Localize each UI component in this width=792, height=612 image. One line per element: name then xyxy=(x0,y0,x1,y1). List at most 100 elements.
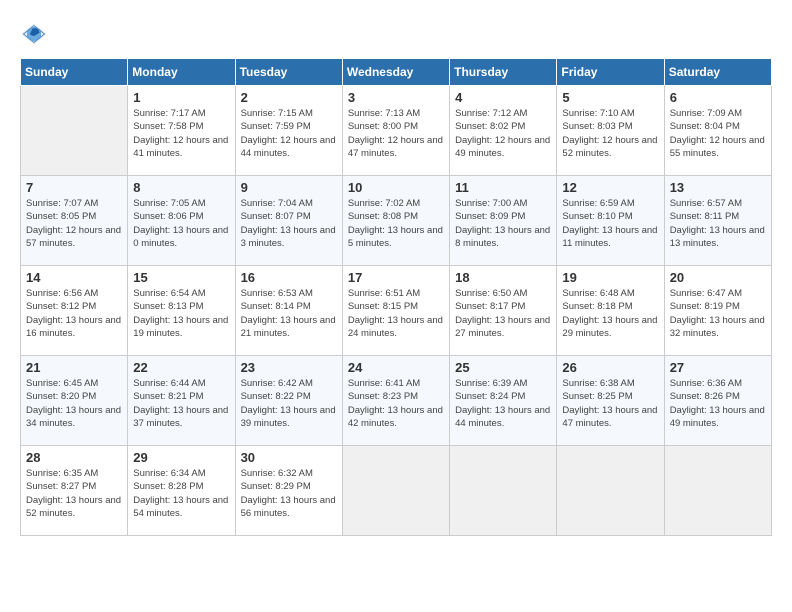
day-number: 24 xyxy=(348,360,444,375)
day-info: Sunrise: 7:15 AMSunset: 7:59 PMDaylight:… xyxy=(241,107,337,160)
calendar-cell xyxy=(450,446,557,536)
calendar-cell xyxy=(21,86,128,176)
day-number: 6 xyxy=(670,90,766,105)
day-info: Sunrise: 6:39 AMSunset: 8:24 PMDaylight:… xyxy=(455,377,551,430)
day-info: Sunrise: 7:04 AMSunset: 8:07 PMDaylight:… xyxy=(241,197,337,250)
day-number: 10 xyxy=(348,180,444,195)
header-row: SundayMondayTuesdayWednesdayThursdayFrid… xyxy=(21,59,772,86)
day-number: 19 xyxy=(562,270,658,285)
calendar-cell: 8Sunrise: 7:05 AMSunset: 8:06 PMDaylight… xyxy=(128,176,235,266)
day-info: Sunrise: 6:59 AMSunset: 8:10 PMDaylight:… xyxy=(562,197,658,250)
day-info: Sunrise: 6:45 AMSunset: 8:20 PMDaylight:… xyxy=(26,377,122,430)
calendar-cell: 16 Sunrise: 6:53 AMSunset: 8:14 PMDayligh… xyxy=(235,266,342,356)
day-info: Sunrise: 7:07 AMSunset: 8:05 PMDaylight:… xyxy=(26,197,122,250)
logo-icon xyxy=(20,20,48,48)
day-number: 13 xyxy=(670,180,766,195)
calendar-cell: 7 Sunrise: 7:07 AMSunset: 8:05 PMDaylight… xyxy=(21,176,128,266)
calendar-cell: 5 Sunrise: 7:10 AMSunset: 8:03 PMDaylight… xyxy=(557,86,664,176)
day-info: Sunrise: 6:57 AMSunset: 8:11 PMDaylight:… xyxy=(670,197,766,250)
calendar-cell: 18 Sunrise: 6:50 AMSunset: 8:17 PMDayligh… xyxy=(450,266,557,356)
day-number: 23 xyxy=(241,360,337,375)
header-cell-thursday: Thursday xyxy=(450,59,557,86)
week-row-1: 1Sunrise: 7:17 AMSunset: 7:58 PMDaylight… xyxy=(21,86,772,176)
day-info: Sunrise: 6:36 AMSunset: 8:26 PMDaylight:… xyxy=(670,377,766,430)
calendar-cell: 19Sunrise: 6:48 AMSunset: 8:18 PMDayligh… xyxy=(557,266,664,356)
calendar-cell: 28 Sunrise: 6:35 AMSunset: 8:27 PMDayligh… xyxy=(21,446,128,536)
header-cell-sunday: Sunday xyxy=(21,59,128,86)
day-info: Sunrise: 7:12 AMSunset: 8:02 PMDaylight:… xyxy=(455,107,551,160)
day-number: 26 xyxy=(562,360,658,375)
calendar-cell: 22Sunrise: 6:44 AMSunset: 8:21 PMDayligh… xyxy=(128,356,235,446)
day-info: Sunrise: 6:47 AMSunset: 8:19 PMDaylight:… xyxy=(670,287,766,340)
day-number: 11 xyxy=(455,180,551,195)
day-info: Sunrise: 7:09 AMSunset: 8:04 PMDaylight:… xyxy=(670,107,766,160)
day-info: Sunrise: 6:44 AMSunset: 8:21 PMDaylight:… xyxy=(133,377,229,430)
header-cell-monday: Monday xyxy=(128,59,235,86)
day-number: 9 xyxy=(241,180,337,195)
calendar-cell: 27 Sunrise: 6:36 AMSunset: 8:26 PMDayligh… xyxy=(664,356,771,446)
day-number: 2 xyxy=(241,90,337,105)
day-info: Sunrise: 6:35 AMSunset: 8:27 PMDaylight:… xyxy=(26,467,122,520)
week-row-4: 21Sunrise: 6:45 AMSunset: 8:20 PMDayligh… xyxy=(21,356,772,446)
day-info: Sunrise: 6:56 AMSunset: 8:12 PMDaylight:… xyxy=(26,287,122,340)
calendar-cell: 21Sunrise: 6:45 AMSunset: 8:20 PMDayligh… xyxy=(21,356,128,446)
day-number: 7 xyxy=(26,180,122,195)
calendar-cell: 26 Sunrise: 6:38 AMSunset: 8:25 PMDayligh… xyxy=(557,356,664,446)
day-number: 8 xyxy=(133,180,229,195)
day-number: 28 xyxy=(26,450,122,465)
calendar-cell: 12 Sunrise: 6:59 AMSunset: 8:10 PMDayligh… xyxy=(557,176,664,266)
day-number: 4 xyxy=(455,90,551,105)
calendar-cell: 17 Sunrise: 6:51 AMSunset: 8:15 PMDayligh… xyxy=(342,266,449,356)
header-cell-saturday: Saturday xyxy=(664,59,771,86)
day-info: Sunrise: 7:10 AMSunset: 8:03 PMDaylight:… xyxy=(562,107,658,160)
calendar-cell: 14 Sunrise: 6:56 AMSunset: 8:12 PMDayligh… xyxy=(21,266,128,356)
day-info: Sunrise: 6:51 AMSunset: 8:15 PMDaylight:… xyxy=(348,287,444,340)
day-number: 3 xyxy=(348,90,444,105)
day-number: 15 xyxy=(133,270,229,285)
calendar-cell: 20 Sunrise: 6:47 AMSunset: 8:19 PMDayligh… xyxy=(664,266,771,356)
header-cell-friday: Friday xyxy=(557,59,664,86)
day-info: Sunrise: 6:42 AMSunset: 8:22 PMDaylight:… xyxy=(241,377,337,430)
calendar-cell: 29Sunrise: 6:34 AMSunset: 8:28 PMDayligh… xyxy=(128,446,235,536)
day-number: 27 xyxy=(670,360,766,375)
day-info: Sunrise: 6:32 AMSunset: 8:29 PMDaylight:… xyxy=(241,467,337,520)
day-info: Sunrise: 6:54 AMSunset: 8:13 PMDaylight:… xyxy=(133,287,229,340)
day-number: 29 xyxy=(133,450,229,465)
day-number: 12 xyxy=(562,180,658,195)
day-number: 30 xyxy=(241,450,337,465)
calendar-cell: 11Sunrise: 7:00 AMSunset: 8:09 PMDayligh… xyxy=(450,176,557,266)
calendar-cell: 23 Sunrise: 6:42 AMSunset: 8:22 PMDayligh… xyxy=(235,356,342,446)
calendar-cell: 9 Sunrise: 7:04 AMSunset: 8:07 PMDaylight… xyxy=(235,176,342,266)
day-info: Sunrise: 7:13 AMSunset: 8:00 PMDaylight:… xyxy=(348,107,444,160)
calendar-cell: 13 Sunrise: 6:57 AMSunset: 8:11 PMDayligh… xyxy=(664,176,771,266)
day-number: 17 xyxy=(348,270,444,285)
calendar-cell: 6 Sunrise: 7:09 AMSunset: 8:04 PMDaylight… xyxy=(664,86,771,176)
day-number: 16 xyxy=(241,270,337,285)
header-cell-wednesday: Wednesday xyxy=(342,59,449,86)
calendar-table: SundayMondayTuesdayWednesdayThursdayFrid… xyxy=(20,58,772,536)
calendar-cell: 3 Sunrise: 7:13 AMSunset: 8:00 PMDaylight… xyxy=(342,86,449,176)
day-number: 14 xyxy=(26,270,122,285)
calendar-cell xyxy=(342,446,449,536)
calendar-cell: 2 Sunrise: 7:15 AMSunset: 7:59 PMDaylight… xyxy=(235,86,342,176)
day-info: Sunrise: 6:50 AMSunset: 8:17 PMDaylight:… xyxy=(455,287,551,340)
day-number: 25 xyxy=(455,360,551,375)
calendar-cell: 1Sunrise: 7:17 AMSunset: 7:58 PMDaylight… xyxy=(128,86,235,176)
day-number: 1 xyxy=(133,90,229,105)
calendar-cell: 15 Sunrise: 6:54 AMSunset: 8:13 PMDayligh… xyxy=(128,266,235,356)
calendar-cell: 25 Sunrise: 6:39 AMSunset: 8:24 PMDayligh… xyxy=(450,356,557,446)
day-number: 20 xyxy=(670,270,766,285)
calendar-cell: 24Sunrise: 6:41 AMSunset: 8:23 PMDayligh… xyxy=(342,356,449,446)
calendar-cell: 10Sunrise: 7:02 AMSunset: 8:08 PMDayligh… xyxy=(342,176,449,266)
calendar-cell: 30 Sunrise: 6:32 AMSunset: 8:29 PMDayligh… xyxy=(235,446,342,536)
day-number: 18 xyxy=(455,270,551,285)
header xyxy=(20,20,772,48)
day-info: Sunrise: 6:53 AMSunset: 8:14 PMDaylight:… xyxy=(241,287,337,340)
calendar-cell xyxy=(557,446,664,536)
calendar-cell xyxy=(664,446,771,536)
week-row-5: 28 Sunrise: 6:35 AMSunset: 8:27 PMDayligh… xyxy=(21,446,772,536)
day-number: 5 xyxy=(562,90,658,105)
day-info: Sunrise: 6:38 AMSunset: 8:25 PMDaylight:… xyxy=(562,377,658,430)
week-row-3: 14 Sunrise: 6:56 AMSunset: 8:12 PMDayligh… xyxy=(21,266,772,356)
header-cell-tuesday: Tuesday xyxy=(235,59,342,86)
